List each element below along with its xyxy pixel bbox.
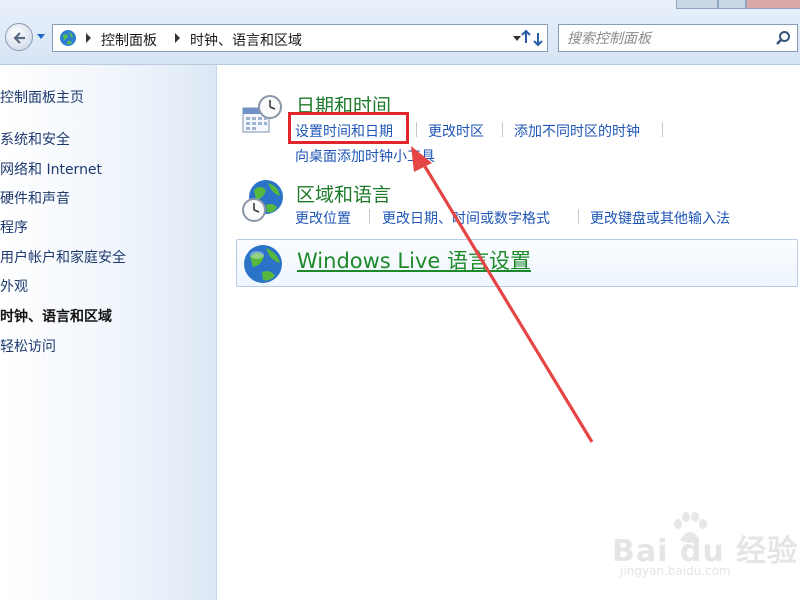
- link-change-time-zone[interactable]: 更改时区: [428, 121, 484, 141]
- globe-clock-icon[interactable]: [240, 178, 286, 224]
- back-button[interactable]: [5, 23, 33, 51]
- back-arrow-icon: [13, 32, 25, 44]
- navigation-bar: 控制面板 时钟、语言和区域: [0, 0, 800, 65]
- sidebar-item-control-panel-home[interactable]: 控制面板主页: [0, 87, 84, 107]
- sidebar-item-hardware-sound[interactable]: 硬件和声音: [0, 188, 70, 208]
- link-change-location[interactable]: 更改位置: [295, 208, 351, 228]
- breadcrumb-clock-language-region[interactable]: 时钟、语言和区域: [190, 30, 302, 50]
- breadcrumb-control-panel[interactable]: 控制面板: [101, 30, 157, 50]
- address-bar[interactable]: 控制面板 时钟、语言和区域: [52, 24, 548, 52]
- recent-pages-dropdown-icon[interactable]: [36, 33, 46, 41]
- calendar-clock-icon[interactable]: [240, 94, 284, 136]
- link-change-date-time-number-format[interactable]: 更改日期、时间或数字格式: [382, 208, 550, 228]
- watermark-url: jingyan.baidu.com: [620, 564, 731, 578]
- control-panel-icon: [60, 30, 76, 46]
- sidebar-item-clock-language-region: 时钟、语言和区域: [0, 309, 112, 325]
- sidebar: 控制面板主页 系统和安全 网络和 Internet 硬件和声音 程序 用户帐户和…: [0, 65, 217, 600]
- refresh-icon[interactable]: [520, 27, 544, 49]
- category-title-windows-live-language[interactable]: Windows Live 语言设置: [297, 245, 531, 275]
- watermark-logo: Bai du 经验 jingyan.baidu.com: [612, 512, 797, 592]
- sidebar-item-appearance[interactable]: 外观: [0, 276, 28, 296]
- sidebar-item-user-accounts[interactable]: 用户帐户和家庭安全: [0, 247, 126, 267]
- minimize-button[interactable]: [676, 0, 718, 9]
- link-separator: [578, 209, 579, 224]
- maximize-button[interactable]: [718, 0, 746, 9]
- link-change-keyboard-input[interactable]: 更改键盘或其他输入法: [590, 208, 730, 228]
- link-separator: [416, 122, 417, 137]
- link-separator: [502, 122, 503, 137]
- sidebar-item-programs[interactable]: 程序: [0, 217, 28, 237]
- search-box[interactable]: [558, 24, 798, 52]
- link-separator: [662, 122, 663, 137]
- close-button[interactable]: [746, 0, 800, 9]
- category-title-region-language[interactable]: 区域和语言: [296, 180, 391, 207]
- sidebar-item-network-internet[interactable]: 网络和 Internet: [0, 159, 102, 179]
- link-add-clocks[interactable]: 添加不同时区的时钟: [514, 121, 640, 141]
- globe-icon: [244, 245, 282, 283]
- sidebar-item-ease-of-access[interactable]: 轻松访问: [0, 336, 56, 356]
- breadcrumb-separator-icon: [86, 33, 91, 43]
- windows-live-language-category[interactable]: Windows Live 语言设置: [236, 239, 798, 287]
- highlight-box: [288, 112, 409, 144]
- search-input[interactable]: [565, 28, 769, 50]
- link-add-clock-gadget[interactable]: 向桌面添加时钟小工具: [295, 146, 435, 166]
- breadcrumb-separator-icon: [175, 33, 180, 43]
- sidebar-item-system-security[interactable]: 系统和安全: [0, 129, 70, 149]
- search-icon[interactable]: [775, 30, 791, 46]
- link-separator: [369, 209, 370, 224]
